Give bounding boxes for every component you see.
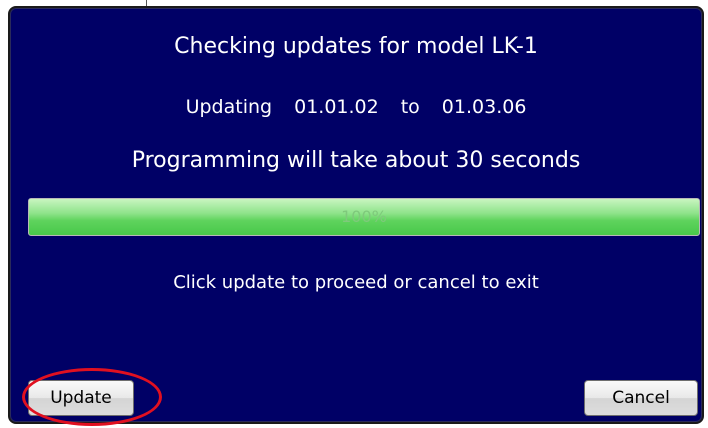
duration-text: Programming will take about 30 seconds [131, 148, 581, 173]
progress-label: 100% [341, 207, 387, 226]
version-from: 01.01.02 [294, 96, 379, 118]
instruction-text: Click update to proceed or cancel to exi… [173, 272, 539, 293]
version-info: Updating 01.01.02 to 01.03.06 [10, 96, 702, 118]
version-prefix: Updating [185, 96, 273, 118]
version-connector: to [400, 96, 420, 118]
dialog-title: Checking updates for model LK-1 [174, 34, 538, 59]
version-to: 01.03.06 [441, 96, 527, 118]
screen: Checking updates for model LK-1 Updating… [0, 0, 708, 428]
cancel-button[interactable]: Cancel [584, 380, 698, 416]
update-dialog: Checking updates for model LK-1 Updating… [8, 6, 704, 426]
update-button[interactable]: Update [28, 380, 134, 416]
progress-bar: 100% [28, 198, 700, 236]
